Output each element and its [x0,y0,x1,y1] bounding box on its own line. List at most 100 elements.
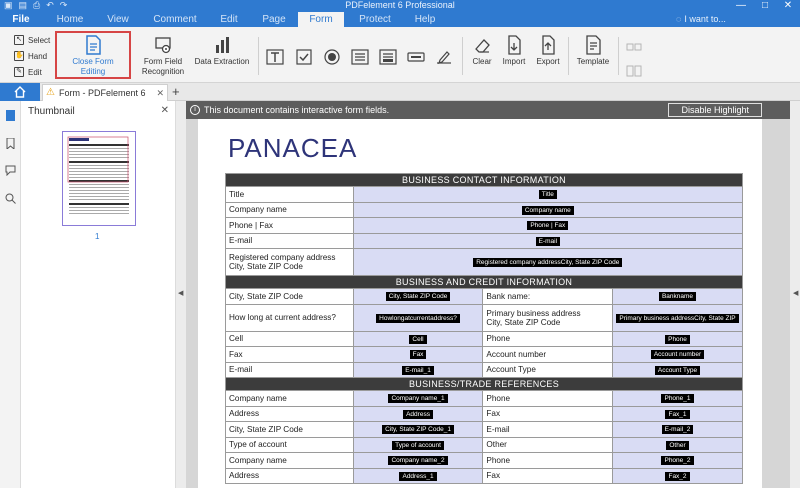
right-splitter[interactable]: ◀ [790,101,800,488]
form-field-cell[interactable]: Registered company addressCity, State ZI… [352,248,744,276]
form-row: Company name Company name_1 Phone Phone_1 [225,390,743,407]
field-label: E-mail [225,361,354,378]
form-field-name: Primary business addressCity, State ZIP [616,313,739,323]
edit-tool[interactable]: ✎ Edit [14,65,42,79]
select-tool[interactable]: ↖ Select [14,33,50,47]
form-row: E-mail E-mail_1 Account Type Account Type [225,361,743,378]
form-field-cell[interactable]: Address [352,405,484,422]
import-label: Import [502,57,526,66]
tab-protect[interactable]: Protect [352,12,398,27]
tab-view[interactable]: View [98,12,138,27]
close-icon[interactable]: ✕ [777,0,799,12]
data-extraction-button[interactable]: Data Extraction [192,35,252,67]
tab-page[interactable]: Page [256,12,292,27]
form-field-cell[interactable]: Primary business addressCity, State ZIP [612,303,743,332]
form-field-cell[interactable]: E-mail_2 [612,421,743,438]
search-icon[interactable] [5,193,16,204]
tab-edit[interactable]: Edit [210,12,248,27]
field-label-text: City, State ZIP Code [229,424,303,434]
comment-icon[interactable] [5,165,16,176]
form-field-cell[interactable]: Type of account [352,436,484,453]
form-field-cell[interactable]: Account number [612,346,743,363]
form-field-cell[interactable]: Fax_1 [612,405,743,422]
page-thumbnail-preview [67,136,129,214]
form-row: Company name Company name [225,201,744,218]
tab-home[interactable]: Home [50,12,90,27]
form-field-cell[interactable]: Title [352,186,744,203]
close-form-editing-button[interactable]: Close Form Editing [55,31,131,79]
tab-comment[interactable]: Comment [148,12,202,27]
collapse-right-icon[interactable]: ◀ [793,289,798,297]
form-field-cell[interactable]: Account Type [612,361,743,378]
search-box[interactable]: ◌ I want to... [676,12,726,27]
form-field-cell[interactable]: Company name [352,201,744,218]
field-label: Address [225,467,354,484]
form-field-name: Title [538,190,557,200]
form-field-cell[interactable]: Bankname [612,288,743,305]
hand-tool[interactable]: ✋ Hand [14,49,47,63]
tab-file[interactable]: File [6,12,36,27]
form-field-cell[interactable]: Other [612,436,743,453]
thumbnail-panel-icon[interactable] [5,110,16,121]
close-tab-icon[interactable]: ✕ [156,85,164,101]
form-field-recognition-button[interactable]: Form Field Recognition [140,35,186,77]
form-row: City, State ZIP Code City, State ZIP Code… [225,421,743,438]
edit-label: Edit [28,67,42,77]
list-box-tool[interactable] [350,47,370,67]
form-row: E-mail E-mail [225,232,744,249]
document-tab[interactable]: ⚠ Form - PDFelement 6 ✕ [42,84,168,101]
radio-button-tool[interactable] [322,47,342,67]
import-button[interactable]: Import [500,35,528,67]
home-tab[interactable] [0,83,40,101]
field-label: City, State ZIP Code [225,288,354,305]
pdf-page: PANACEA BUSINESS CONTACT INFORMATION Titl… [198,119,762,488]
tab-form[interactable]: Form [298,12,344,27]
bar-chart-icon [216,37,229,53]
radio-button-icon [324,49,340,65]
field-label: Account Type [482,361,614,378]
form-field-cell[interactable]: City, State ZIP Code_1 [352,421,484,438]
form-field-cell[interactable]: Fax [352,346,484,363]
text-field-tool[interactable] [265,47,285,67]
tab-help[interactable]: Help [408,12,442,27]
form-field-name: Phone_2 [661,456,694,466]
combo-box-tool[interactable] [378,47,398,67]
minimize-icon[interactable]: — [730,0,752,12]
template-button[interactable]: Template [574,35,612,67]
new-tab-button[interactable]: + [172,83,180,101]
export-label: Export [536,57,560,66]
form-field-cell[interactable]: Fax_2 [612,467,743,484]
checkbox-tool[interactable] [294,47,314,67]
button-field-tool[interactable] [406,47,426,67]
form-field-cell[interactable]: Phone_1 [612,390,743,407]
form-field-cell[interactable]: E-mail [352,232,744,249]
form-field-cell[interactable]: Address_1 [352,467,484,484]
search-placeholder: I want to... [684,14,726,24]
bookmark-icon[interactable] [5,138,16,149]
form-field-cell[interactable]: Company name_1 [352,390,484,407]
clear-button[interactable]: Clear [470,35,494,67]
close-panel-icon[interactable]: ✕ [161,105,169,116]
signature-field-tool[interactable] [434,47,454,67]
form-field-cell[interactable]: Company name_2 [352,452,484,469]
left-rail [0,101,21,488]
page-thumbnail[interactable] [62,131,136,226]
form-field-cell[interactable]: Howlongatcurrentaddress? [352,303,484,332]
form-field-cell[interactable]: Phone_2 [612,452,743,469]
form-field-cell[interactable]: City, State ZIP Code [352,288,484,305]
form-field-cell[interactable]: Cell [352,330,484,347]
form-notification-text: This document contains interactive form … [204,105,390,115]
form-field-cell[interactable]: Phone [612,330,743,347]
collapse-left-icon[interactable]: ◀ [178,289,183,297]
maximize-icon[interactable]: □ [754,0,776,12]
form-field-name: Address_1 [399,471,437,481]
disable-highlight-button[interactable]: Disable Highlight [668,103,762,117]
form-field-cell[interactable]: Phone | Fax [352,217,744,234]
distribute-tool-disabled [624,61,644,81]
export-button[interactable]: Export [534,35,562,67]
panel-splitter[interactable]: ◀ [176,101,186,488]
form-row: How long at current address? Howlongatcur… [225,303,743,332]
form-field-cell[interactable]: E-mail_1 [352,361,484,378]
hand-label: Hand [28,51,48,61]
clear-label: Clear [472,57,492,66]
